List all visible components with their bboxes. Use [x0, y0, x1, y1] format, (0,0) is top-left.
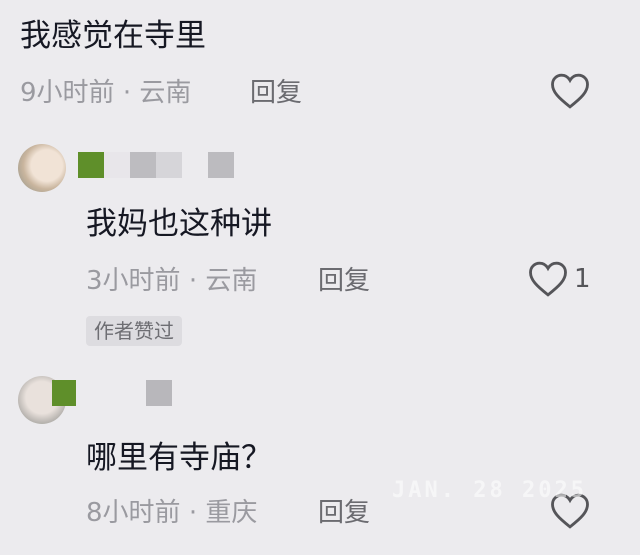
- comment-2-reply-button[interactable]: 回复: [318, 266, 370, 296]
- mosaic-block: [52, 380, 76, 406]
- comment-1-time: 9小时前: [20, 78, 115, 108]
- date-watermark: JAN. 28 2025: [392, 478, 587, 503]
- comment-2-like-count: 1: [574, 264, 591, 294]
- comment-1-location: 云南: [139, 78, 192, 108]
- meta-separator: ·: [188, 266, 198, 296]
- comment-1-reply-button[interactable]: 回复: [250, 78, 302, 108]
- avatar[interactable]: [18, 144, 66, 192]
- comment-2-meta: 3小时前 · 云南: [86, 266, 257, 296]
- username-mosaic[interactable]: [78, 152, 234, 178]
- mosaic-block: [182, 152, 208, 178]
- mosaic-block: [130, 152, 156, 178]
- meta-separator: ·: [122, 78, 132, 108]
- mosaic-block: [146, 380, 172, 406]
- heart-outline-icon[interactable]: [550, 72, 590, 110]
- comment-1-meta: 9小时前 · 云南: [20, 78, 191, 108]
- comment-3-text: 哪里有寺庙？: [86, 440, 272, 476]
- mosaic-block: [76, 380, 146, 406]
- comment-1-text: 我感觉在寺里: [20, 18, 206, 54]
- author-liked-badge: 作者赞过: [86, 316, 182, 346]
- mosaic-block: [208, 152, 234, 178]
- comment-2-text: 我妈也这种讲: [86, 206, 272, 242]
- comment-3-reply-button[interactable]: 回复: [318, 498, 370, 528]
- meta-separator: ·: [188, 498, 198, 528]
- comment-3-meta: 8小时前 · 重庆: [86, 498, 257, 528]
- mosaic-block: [156, 152, 182, 178]
- comment-3-time: 8小时前: [86, 498, 181, 528]
- comment-2-location: 云南: [205, 266, 258, 296]
- mosaic-block: [104, 152, 130, 178]
- comment-2-time: 3小时前: [86, 266, 181, 296]
- heart-outline-icon[interactable]: [528, 260, 568, 298]
- mosaic-block: [78, 152, 104, 178]
- username-mosaic[interactable]: [52, 380, 172, 406]
- comment-3-location: 重庆: [205, 498, 258, 528]
